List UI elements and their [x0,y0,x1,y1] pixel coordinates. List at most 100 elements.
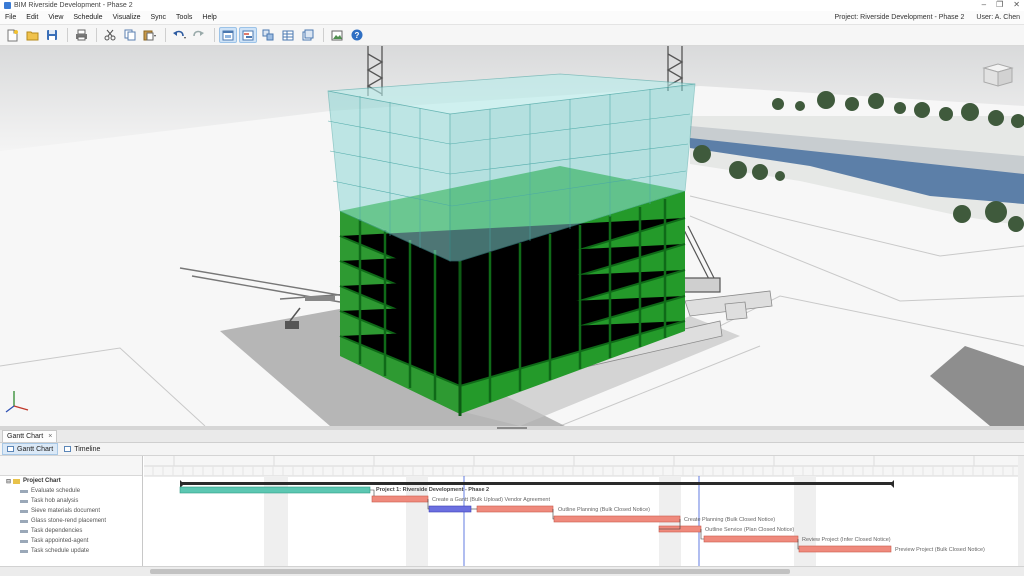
folder-icon [13,478,21,484]
gantt-view-icon[interactable] [239,27,257,43]
task-label: Task schedule update [31,548,90,554]
task-bar[interactable] [428,505,472,513]
task-icon [20,499,28,503]
bar-label: Create Planning (Bulk Closed Notice) [684,517,775,523]
close-icon[interactable]: × [48,433,52,440]
menu-tools[interactable]: Tools [171,14,197,21]
subtab-label: Timeline [74,445,101,453]
gantt-icon [7,446,14,452]
print-icon[interactable] [72,27,90,43]
list-item[interactable]: Sieve materials document [0,506,142,516]
menu-file[interactable]: File [0,14,21,21]
task-label: Project Chart [23,478,61,484]
menu-edit[interactable]: Edit [21,14,43,21]
toolbar-separator [96,28,97,42]
list-item[interactable]: Task schedule update [0,546,142,556]
paste-icon[interactable] [141,27,159,43]
task-bar[interactable] [553,515,681,523]
gantt-subtabs: Gantt Chart Timeline [0,443,1024,456]
cut-icon[interactable] [101,27,119,43]
gantt-chart-area[interactable]: Project 1: Riverside Development - Phase… [144,456,1018,566]
redo-icon[interactable] [190,27,208,43]
task-label: Evaluate schedule [31,488,81,494]
task-bar[interactable] [179,486,371,494]
copy-icon[interactable] [121,27,139,43]
save-icon[interactable] [43,27,61,43]
menu-schedule[interactable]: Schedule [68,14,107,21]
summary-bar[interactable] [180,482,894,485]
close-icon[interactable]: ✕ [1013,0,1020,9]
project-label: Project: Riverside Development - Phase 2 [834,14,965,21]
title-bar: BIM Riverside Development - Phase 2 – ❐ … [0,0,1024,11]
tab-gantt-chart[interactable]: Gantt Chart [2,443,59,455]
task-label: Task appointed-agent [31,538,89,544]
expand-icon[interactable]: ⊟ [6,478,11,485]
horizontal-scrollbar[interactable] [0,566,1024,576]
minimize-icon[interactable]: – [982,0,986,9]
bar-label: Preview Project (Bulk Closed Notice) [895,547,985,553]
gantt-body: ⊟ Project Chart Evaluate schedule Task h… [0,456,1024,566]
new-icon[interactable] [3,27,21,43]
panel-tab-label: Gantt Chart [7,433,44,440]
tab-gantt-chart-panel[interactable]: Gantt Chart × [2,430,58,442]
splitter-grip[interactable] [497,427,527,429]
task-label: Task dependencies [31,528,83,534]
bar-label: Outline Planning (Bulk Closed Notice) [558,507,650,513]
toolbar-separator [165,28,166,42]
list-item[interactable]: Task dependencies [0,526,142,536]
menu-sync[interactable]: Sync [145,14,171,21]
bar-label: Project 1: Riverside Development - Phase… [376,487,489,493]
help-icon[interactable]: ? [348,27,366,43]
window-controls: – ❐ ✕ [982,0,1020,9]
app-icon [4,2,11,9]
timeline-icon [64,446,72,452]
tab-timeline[interactable]: Timeline [60,443,104,455]
task-icon [20,489,28,493]
menu-view[interactable]: View [43,14,68,21]
task-label: Glass stone-rend placement [31,518,107,524]
task-icon [20,529,28,533]
window-title: BIM Riverside Development - Phase 2 [14,2,133,9]
task-bar[interactable] [371,495,429,503]
scrollbar-thumb[interactable] [150,569,790,574]
panel-header: Gantt Chart × [0,430,1024,443]
list-item[interactable]: Task appointed-agent [0,536,142,546]
subtab-label: Gantt Chart [17,445,54,453]
list-item[interactable]: Task hob analysis [0,496,142,506]
model-view-icon[interactable] [259,27,277,43]
task-label: Task hob analysis [31,498,79,504]
undo-icon[interactable] [170,27,188,43]
maximize-icon[interactable]: ❐ [996,0,1003,9]
list-item[interactable]: ⊟ Project Chart [0,476,142,486]
task-icon [20,519,28,523]
toolbar: ? [0,25,1024,46]
menu-help[interactable]: Help [197,14,221,21]
task-bar[interactable] [703,535,799,543]
table-view-icon[interactable] [279,27,297,43]
task-icon [20,549,28,553]
bar-label: Review Project (Infer Closed Notice) [802,537,891,543]
toolbar-separator [67,28,68,42]
user-label[interactable]: User: A. Chen [976,14,1020,21]
svg-text:?: ? [355,31,360,40]
task-list-header [0,456,142,476]
sync-icon[interactable] [299,27,317,43]
model-viewport[interactable] [0,46,1024,426]
task-bar[interactable] [476,505,554,513]
toolbar-separator [323,28,324,42]
view-icon[interactable] [219,27,237,43]
menu-visualize[interactable]: Visualize [108,14,146,21]
task-icon [20,539,28,543]
toolbar-separator [214,28,215,42]
bar-label: Create a Gantt (Bulk Upload) Vendor Agre… [432,497,550,503]
viewcube-icon[interactable] [982,63,1014,87]
list-item[interactable]: Glass stone-rend placement [0,516,142,526]
menu-bar: File Edit View Schedule Visualize Sync T… [0,11,1024,25]
open-icon[interactable] [23,27,41,43]
image-icon[interactable] [328,27,346,43]
list-item[interactable]: Evaluate schedule [0,486,142,496]
vertical-scrollbar[interactable] [1018,456,1024,566]
task-list: ⊟ Project Chart Evaluate schedule Task h… [0,456,143,566]
task-label: Sieve materials document [31,508,101,514]
task-bar[interactable] [798,545,892,553]
